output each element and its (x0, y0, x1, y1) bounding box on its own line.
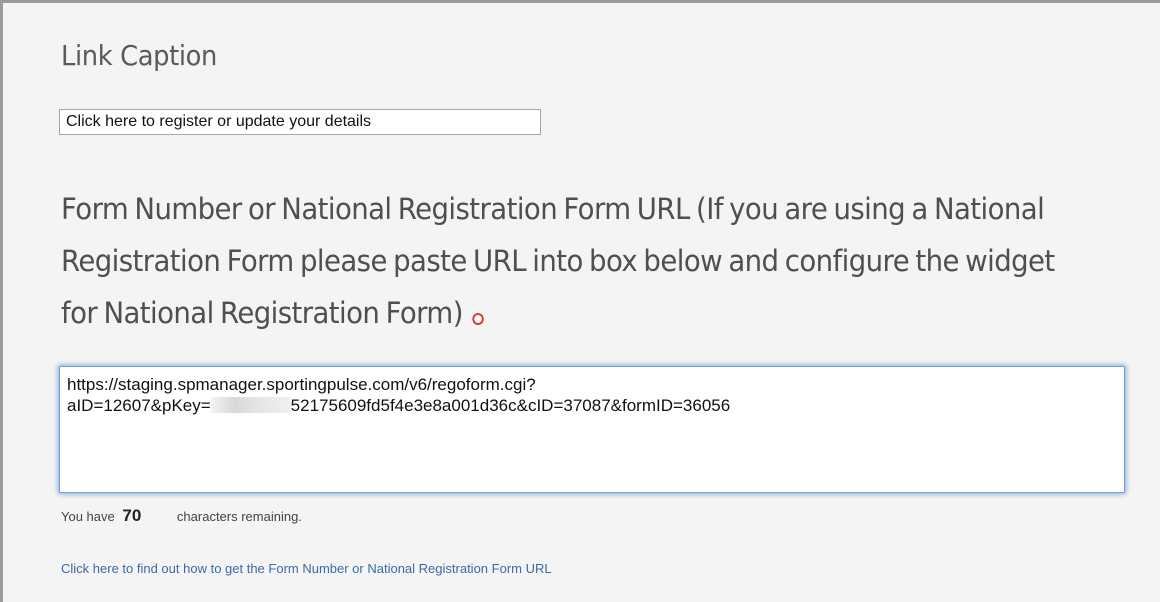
form-url-heading: Form Number or National Registration For… (61, 183, 1097, 339)
characters-remaining: You have 70 characters remaining. (61, 506, 302, 526)
url-line-2-prefix: aID=12607&pKey= (67, 396, 211, 415)
link-caption-input[interactable] (59, 109, 541, 135)
form-url-heading-text: Form Number or National Registration For… (61, 192, 1055, 330)
redacted-key-block (210, 397, 291, 413)
required-icon (472, 313, 484, 325)
form-panel: Link Caption Form Number or National Reg… (0, 0, 1160, 602)
link-caption-title: Link Caption (61, 39, 217, 72)
form-url-textarea[interactable]: https://staging.spmanager.sportingpulse.… (59, 366, 1125, 493)
remaining-count: 70 (122, 506, 142, 525)
url-line-2: aID=12607&pKey= 52175609fd5f4e3e8a001d36c… (67, 395, 1117, 416)
remaining-suffix: characters remaining. (176, 509, 302, 524)
url-line-2-suffix: 52175609fd5f4e3e8a001d36c&cID=37087&form… (290, 396, 731, 415)
url-line-1: https://staging.spmanager.sportingpulse.… (67, 375, 536, 394)
remaining-prefix: You have (61, 509, 115, 524)
help-link[interactable]: Click here to find out how to get the Fo… (61, 561, 552, 576)
